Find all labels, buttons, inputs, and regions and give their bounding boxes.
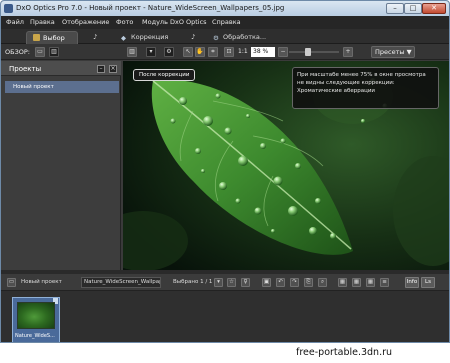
minimize-button[interactable]: – <box>386 3 404 14</box>
tab-correction[interactable]: ◆ Коррекция <box>121 31 181 44</box>
star-icon[interactable]: ☆ <box>227 278 236 287</box>
title-bar: DxO Optics Pro 7.0 - Новый проект - Natu… <box>1 1 449 16</box>
tab-process[interactable]: ⚙ Обработка... <box>213 31 283 44</box>
zoom-slider-track[interactable] <box>289 51 339 53</box>
menu-edit[interactable]: Правка <box>30 18 55 26</box>
tab-separator: ♪ <box>93 33 98 41</box>
menu-file[interactable]: Файл <box>6 18 24 26</box>
close-button[interactable]: ✕ <box>422 3 446 14</box>
projects-panel-title: Проекты <box>9 65 42 73</box>
rotate-right-icon[interactable]: ↷ <box>290 278 299 287</box>
grid-medium-icon[interactable]: ▦ <box>352 278 361 287</box>
crop-icon[interactable]: ⌗ <box>208 47 218 57</box>
zoom-select[interactable]: 38 % <box>251 47 275 57</box>
rotate-left-icon[interactable]: ↶ <box>276 278 285 287</box>
main-toolbar: ОБЗОР: ▭ ▥ ▥ ▾ ⚙ ↖ ✋ ⌗ ⊡ 1:1 38 % − + Пр… <box>1 44 449 60</box>
zoom-icon[interactable]: ⌕ <box>318 278 327 287</box>
bulb-icon[interactable]: ♀ <box>241 278 250 287</box>
file-name-field[interactable]: Nature_WideScreen_Wallpapers... <box>81 277 161 288</box>
app-window: DxO Optics Pro 7.0 - Новый проект - Natu… <box>0 0 450 343</box>
correction-icon: ◆ <box>121 34 126 42</box>
zoom-out-icon[interactable]: − <box>278 47 288 57</box>
zoom-in-icon[interactable]: + <box>343 47 353 57</box>
grid-small-icon[interactable]: ▦ <box>338 278 347 287</box>
overview-label: ОБЗОР: <box>5 48 30 56</box>
filmstrip-toolbar: ▭ Новый проект Nature_WideScreen_Wallpap… <box>1 274 449 291</box>
watermark-text: free-portable.3dn.ru <box>296 347 393 358</box>
filmstrip: Nature_WideS... <box>1 291 449 342</box>
gear-icon[interactable]: ⚙ <box>164 47 174 57</box>
thumbnail-image <box>17 302 55 329</box>
grid-large-icon[interactable]: ▦ <box>366 278 375 287</box>
project-item[interactable]: Новый проект <box>5 81 119 93</box>
zoom-warning-message: При масштабе менее 75% в окне просмотра … <box>292 67 439 109</box>
list-view-icon[interactable]: ≡ <box>380 278 389 287</box>
copy-icon[interactable]: ⎘ <box>304 278 313 287</box>
process-icon-small[interactable]: ▣ <box>262 278 271 287</box>
zoom-fit-icon[interactable]: ⊡ <box>224 47 234 57</box>
pointer-icon[interactable]: ↖ <box>183 47 193 57</box>
filmstrip-toggle-icon[interactable]: ▭ <box>7 278 16 287</box>
presets-dropdown[interactable]: Пресеты ▼ <box>371 46 415 58</box>
project-name: Новый проект <box>21 279 62 285</box>
filter-icon[interactable]: ▾ <box>214 278 223 287</box>
compare-button[interactable]: ▥ <box>127 47 137 57</box>
app-icon <box>4 4 13 13</box>
process-icon: ⚙ <box>213 34 219 42</box>
menu-help[interactable]: Справка <box>212 18 241 26</box>
menu-photo[interactable]: Фото <box>116 18 133 26</box>
tab-process-label: Обработка... <box>223 33 267 41</box>
after-correction-tooltip: После коррекции <box>133 69 196 81</box>
zoom-ratio[interactable]: 1:1 <box>238 48 248 55</box>
settings-dropdown[interactable]: ▾ <box>146 47 156 57</box>
projects-panel-header: Проекты – × <box>1 61 121 76</box>
tab-select-label: Выбор <box>43 34 65 42</box>
close-panel-button[interactable]: × <box>109 65 117 73</box>
ls-button[interactable]: Ls <box>421 277 435 288</box>
info-button[interactable]: Info <box>405 277 419 288</box>
folder-icon <box>33 34 40 41</box>
tab-separator-2: ♪ <box>191 33 196 41</box>
thumbnail-caption: Nature_WideS... <box>15 333 55 339</box>
zoom-slider-thumb[interactable] <box>305 48 311 56</box>
split-view-button[interactable]: ▥ <box>49 47 59 57</box>
tab-correction-label: Коррекция <box>131 33 169 41</box>
hand-icon[interactable]: ✋ <box>195 47 205 57</box>
window-title: DxO Optics Pro 7.0 - Новый проект - Natu… <box>16 4 285 12</box>
thumbnail[interactable]: Nature_WideS... <box>12 297 60 342</box>
module-tabs: Выбор ♪ ◆ Коррекция ♪ ⚙ Обработка... <box>1 29 449 44</box>
tab-select[interactable]: Выбор <box>26 31 78 44</box>
menu-dxo-module[interactable]: Модуль DxO Optics <box>142 18 207 26</box>
menu-view[interactable]: Отображение <box>62 18 109 26</box>
selection-count: Выбрано 1 / 1 <box>173 279 213 285</box>
single-view-button[interactable]: ▭ <box>35 47 45 57</box>
maximize-button[interactable]: □ <box>404 3 422 14</box>
collapse-panel-button[interactable]: – <box>97 65 105 73</box>
menu-bar: Файл Правка Отображение Фото Модуль DxO … <box>1 16 449 29</box>
projects-panel: Проекты – × Новый проект <box>1 61 121 270</box>
